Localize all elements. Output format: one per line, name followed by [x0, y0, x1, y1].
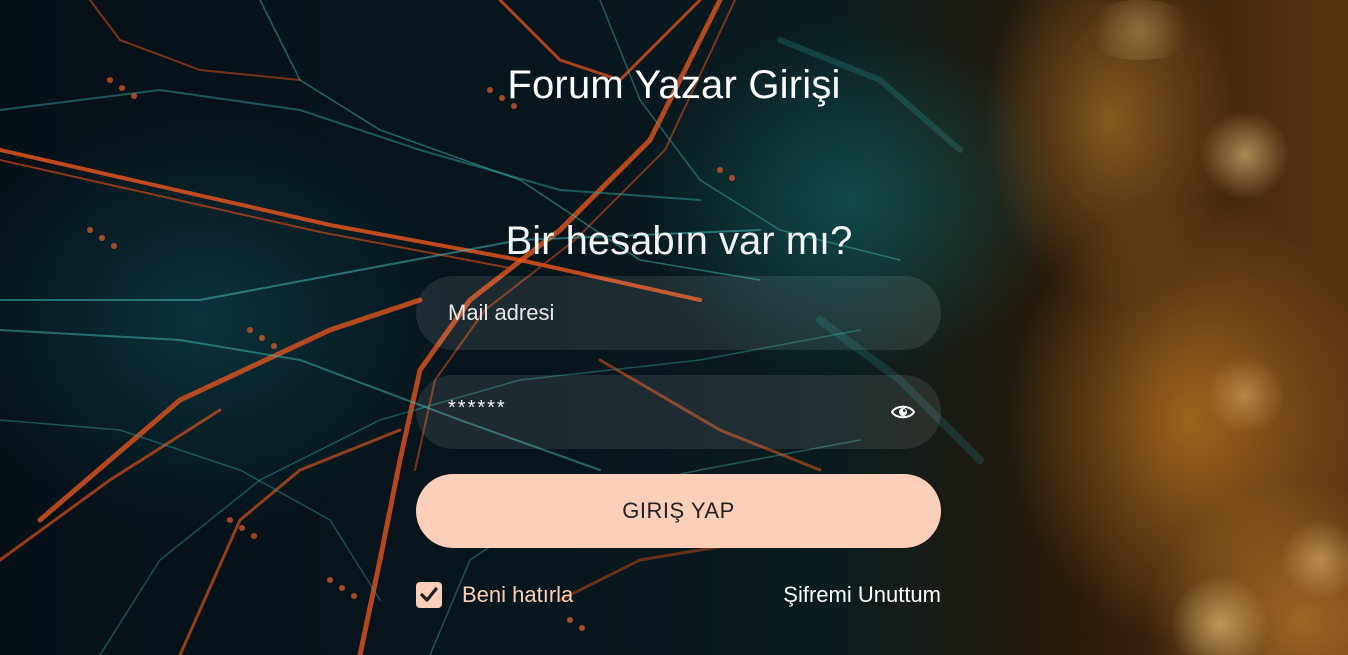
- password-input[interactable]: [448, 371, 878, 445]
- checkmark-icon: [420, 587, 438, 602]
- email-field-container: [416, 276, 941, 350]
- page-subtitle: Bir hesabın var mı?: [505, 219, 853, 264]
- eye-icon[interactable]: [890, 402, 916, 422]
- page-title: Forum Yazar Girişi: [507, 62, 841, 107]
- email-input[interactable]: [448, 276, 878, 350]
- remember-me-checkbox-row[interactable]: Beni hatırla: [416, 581, 573, 609]
- forgot-password-link[interactable]: Şifremi Unuttum: [783, 581, 941, 609]
- password-field-container: [416, 371, 941, 449]
- remember-me-label: Beni hatırla: [462, 582, 574, 607]
- login-button[interactable]: GIRIŞ YAP: [416, 474, 941, 548]
- remember-me-checkbox[interactable]: [416, 582, 442, 608]
